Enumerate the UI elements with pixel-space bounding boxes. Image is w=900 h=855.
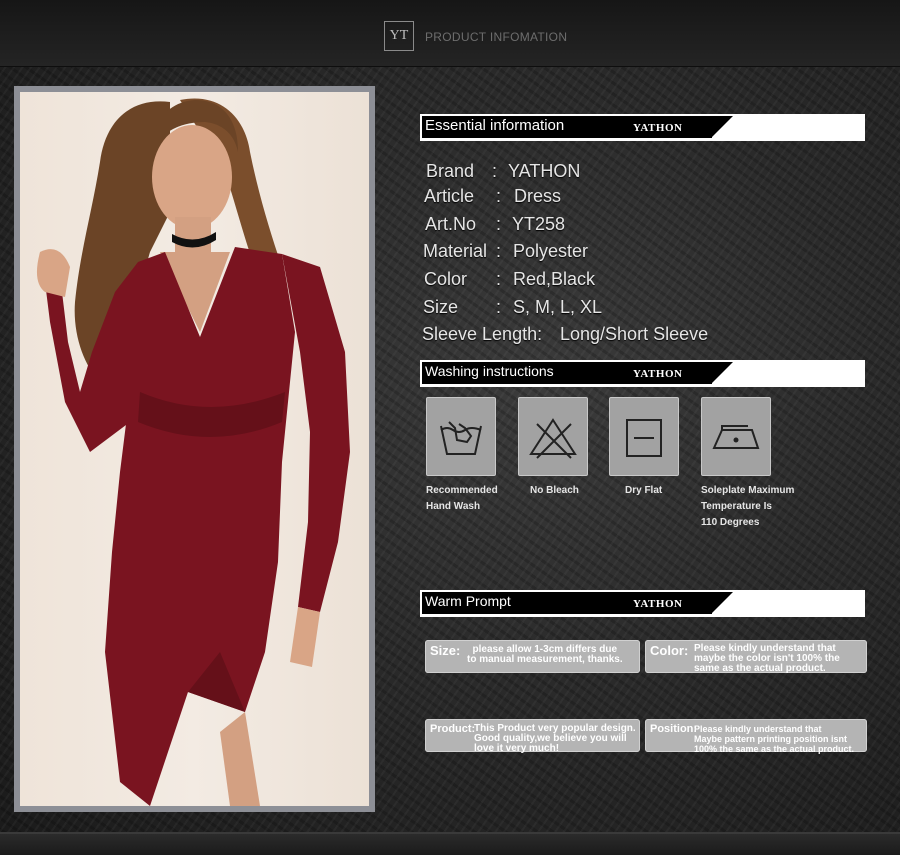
info-value: YATHON [508,161,581,181]
prompt-label: Size: [430,643,461,658]
info-label: Material [423,241,488,261]
wash-item-hand-wash: Recommended Hand Wash [426,397,526,515]
info-label: Size [423,297,459,317]
info-label: Art.No [425,214,477,234]
info-value: Dress [514,186,562,206]
wash-item-iron: Soleplate Maximum Temperature Is 110 Deg… [701,397,811,531]
hand-wash-icon [426,397,496,476]
iron-icon [701,397,771,476]
wash-text: Dry Flat [625,485,663,496]
info-label: Sleeve Length: [422,324,543,344]
wash-item-dry-flat: Dry Flat [609,397,709,499]
prompt-size: Size: please allow 1-3cm differs due to … [425,640,640,673]
essential-info-title: Essential information [425,117,565,134]
info-value: YT258 [512,214,566,234]
product-photo [20,92,369,806]
prompt-text: This Product very popular design. Good q… [474,723,636,754]
washing-title: Washing instructions [425,363,554,379]
wash-text: Recommended Hand Wash [426,485,498,512]
info-separator: : [496,241,502,261]
product-photo-frame [14,86,375,812]
warm-brand-tag: YATHON [633,598,683,610]
prompt-text: Please kindly understand that Maybe patt… [694,724,855,754]
info-value: Red,Black [513,269,596,289]
info-separator: : [496,297,502,317]
footer-bar [0,832,900,855]
prompt-position: Position: Please kindly understand that … [645,719,867,754]
info-value: Long/Short Sleeve [560,324,709,344]
info-separator: : [496,186,502,206]
wash-item-no-bleach: No Bleach [518,397,618,499]
essential-brand-tag: YATHON [633,122,683,134]
info-value: Polyester [513,241,589,261]
warm-prompt-header: Warm Prompt YATHON [420,590,865,617]
no-bleach-icon [518,397,588,476]
info-label: Brand [426,161,475,181]
prompt-label: Position: [650,723,698,735]
prompt-color: Color: Please kindly understand that may… [645,640,867,674]
info-value: S, M, L, XL [513,297,603,317]
header-title: PRODUCT INFOMATION [425,30,568,44]
washing-header: Washing instructions YATHON [420,360,865,387]
warm-prompt-title: Warm Prompt [425,593,511,609]
header-bar: YT PRODUCT INFOMATION [0,0,900,67]
prompt-product: Product: This Product very popular desig… [425,719,640,754]
page-background: YT PRODUCT INFOMATION Essential informat… [0,0,900,855]
info-separator: : [496,214,502,234]
wash-text: No Bleach [530,485,579,496]
prompt-text: please allow 1-3cm differs due to manual… [467,644,623,665]
info-separator: : [496,269,502,289]
brand-logo: YT [384,21,414,51]
essential-info-header: Essential information YATHON [420,114,865,141]
wash-text: Soleplate Maximum Temperature Is 110 Deg… [701,485,795,528]
info-label: Color [424,269,468,289]
prompt-label: Product: [430,723,476,735]
prompt-label: Color: [650,643,689,658]
dry-flat-icon [609,397,679,476]
prompt-text: Please kindly understand that maybe the … [694,643,840,674]
info-separator: : [492,161,498,181]
info-label: Article [424,186,475,206]
washing-brand-tag: YATHON [633,368,683,380]
